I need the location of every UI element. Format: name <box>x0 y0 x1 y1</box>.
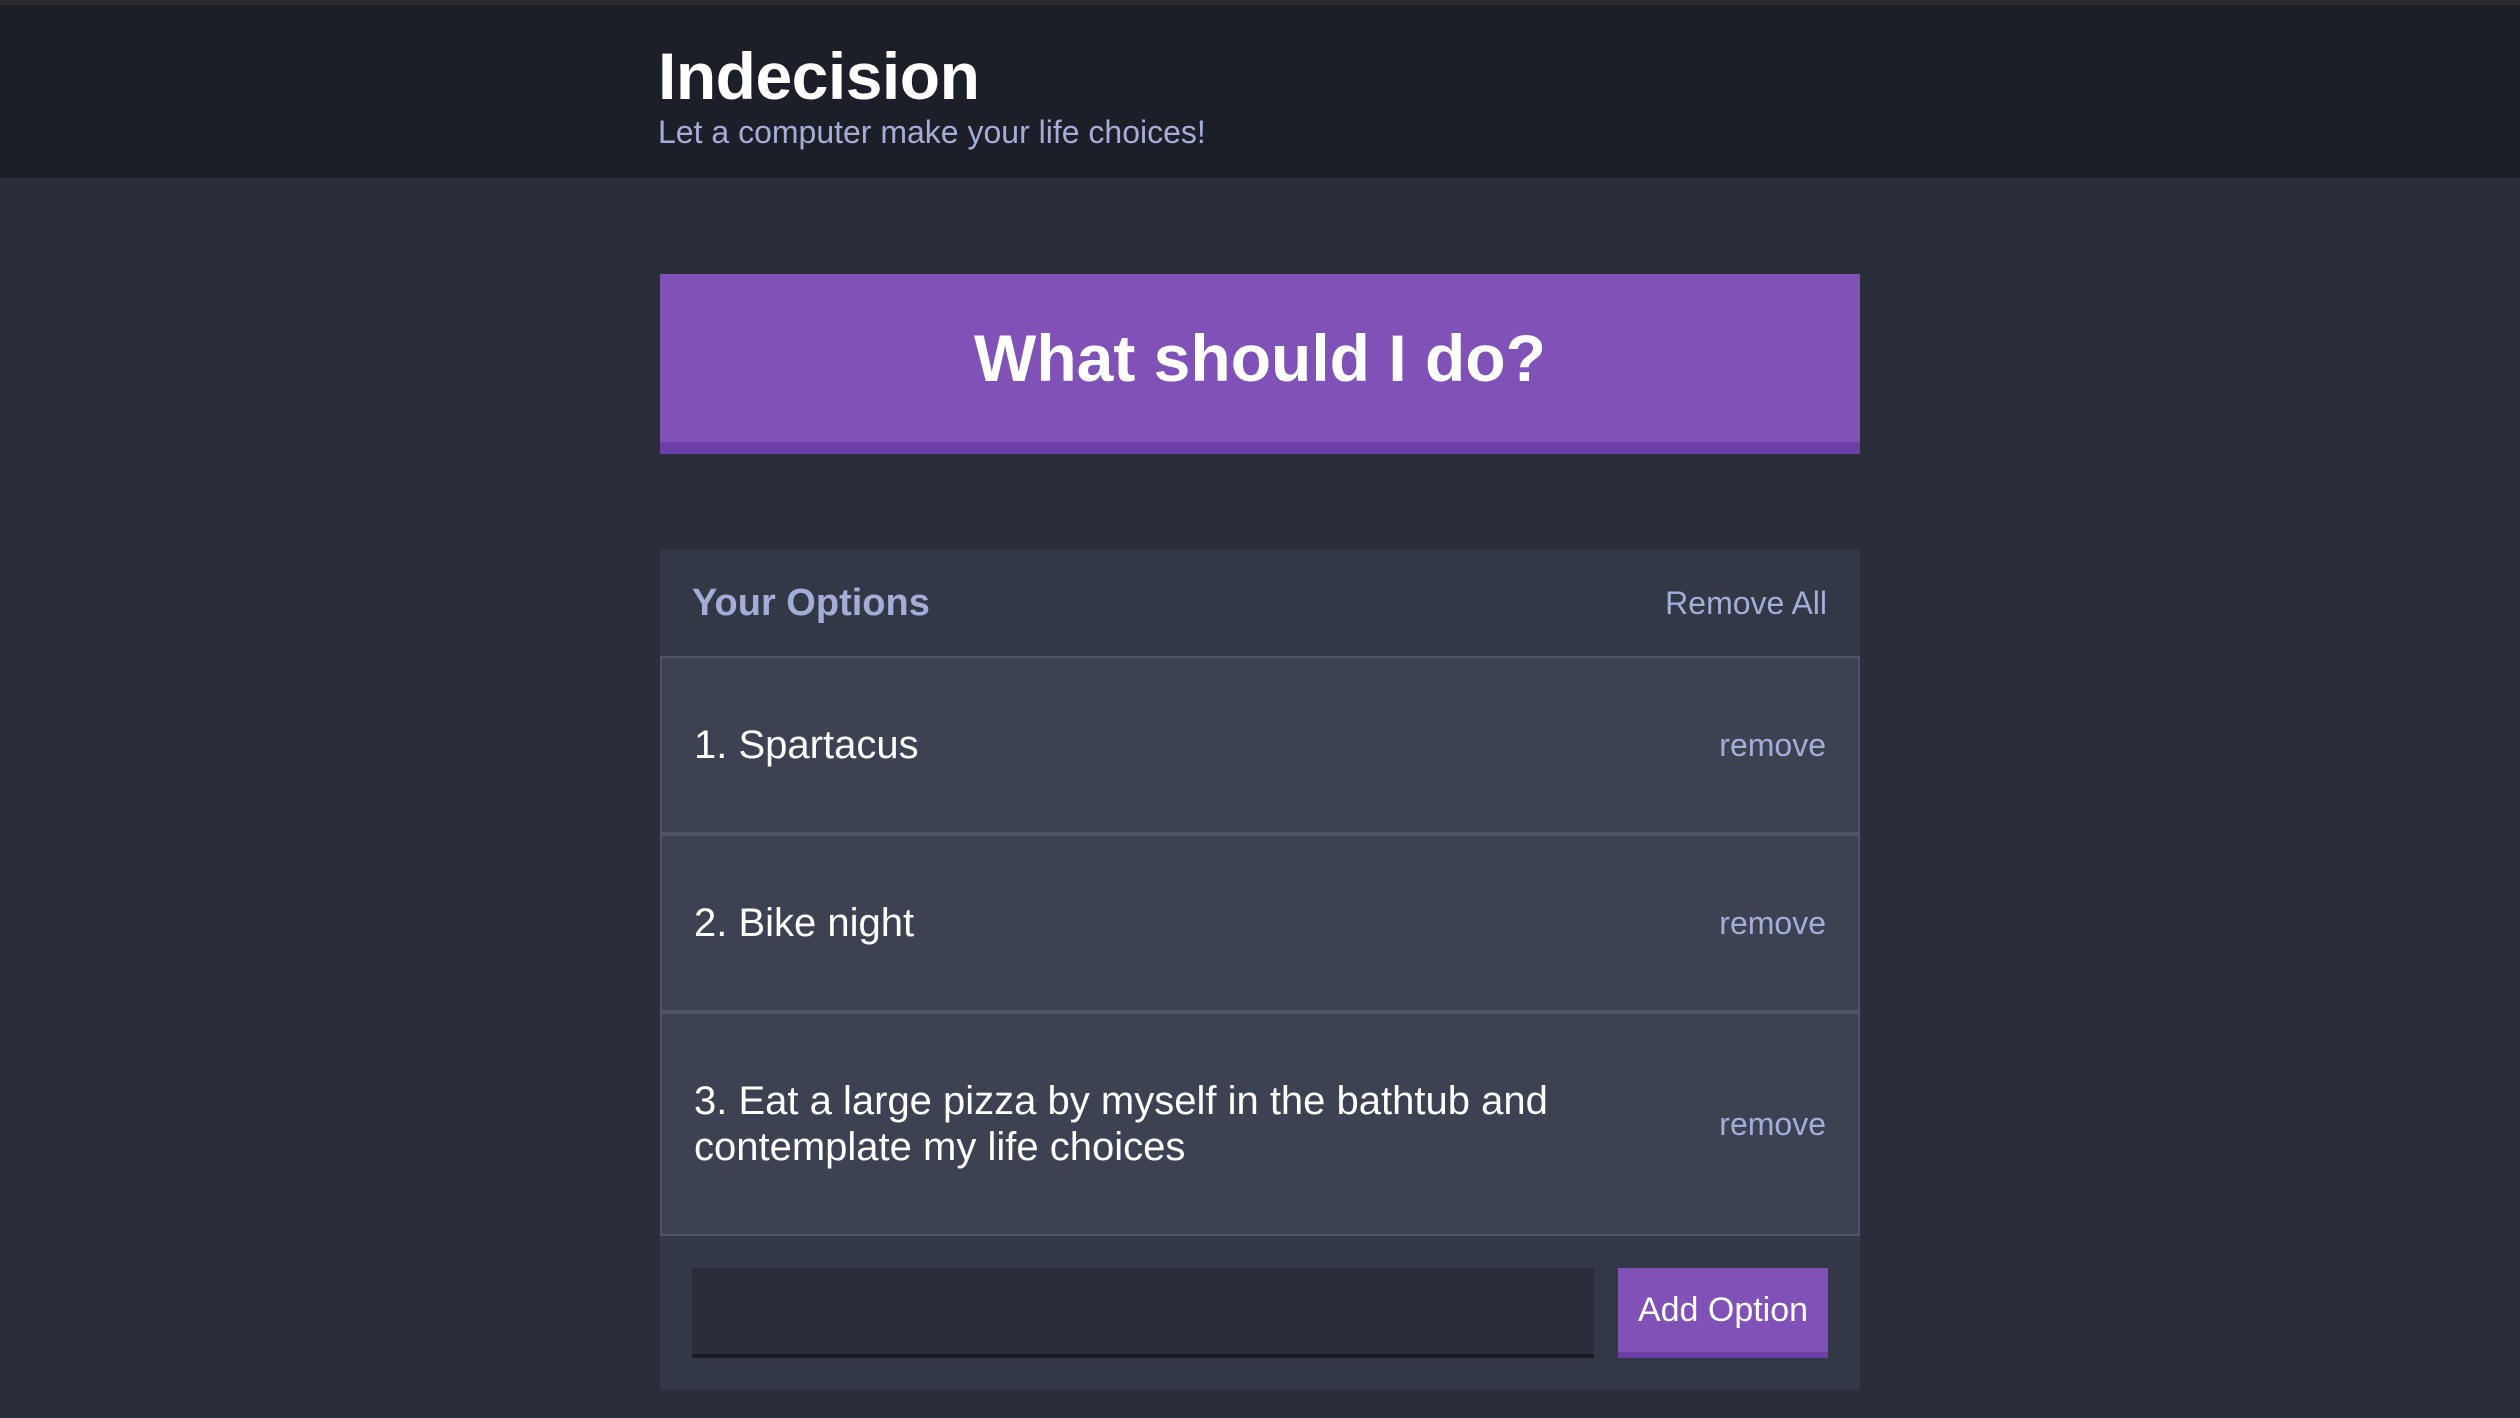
option-item: 1. Spartacus remove <box>660 656 1860 834</box>
options-widget-title: Your Options <box>692 581 930 624</box>
option-text: 3. Eat a large pizza by myself in the ba… <box>694 1079 1548 1169</box>
remove-all-button[interactable]: Remove All <box>1665 585 1827 622</box>
option-item: 2. Bike night remove <box>660 834 1860 1012</box>
header-content: Indecision Let a computer make your life… <box>658 36 1206 152</box>
app-subtitle: Let a computer make your life choices! <box>658 114 1206 150</box>
option-text: 1. Spartacus <box>694 723 919 767</box>
option-text: 2. Bike night <box>694 901 915 945</box>
options-widget-header: Your Options Remove All <box>660 550 1860 656</box>
add-option-button[interactable]: Add Option <box>1618 1268 1828 1358</box>
remove-option-button[interactable]: remove <box>1719 1106 1826 1143</box>
add-option-form: Add Option <box>660 1236 1860 1358</box>
remove-option-button[interactable]: remove <box>1719 727 1826 764</box>
add-option-input[interactable] <box>692 1268 1594 1358</box>
remove-option-button[interactable]: remove <box>1719 905 1826 942</box>
app-title: Indecision <box>658 39 980 113</box>
app-header: Indecision Let a computer make your life… <box>0 5 2520 178</box>
what-should-i-do-button[interactable]: What should I do? <box>660 274 1860 454</box>
options-widget: Your Options Remove All 1. Spartacus rem… <box>660 550 1860 1390</box>
option-item: 3. Eat a large pizza by myself in the ba… <box>660 1012 1860 1236</box>
